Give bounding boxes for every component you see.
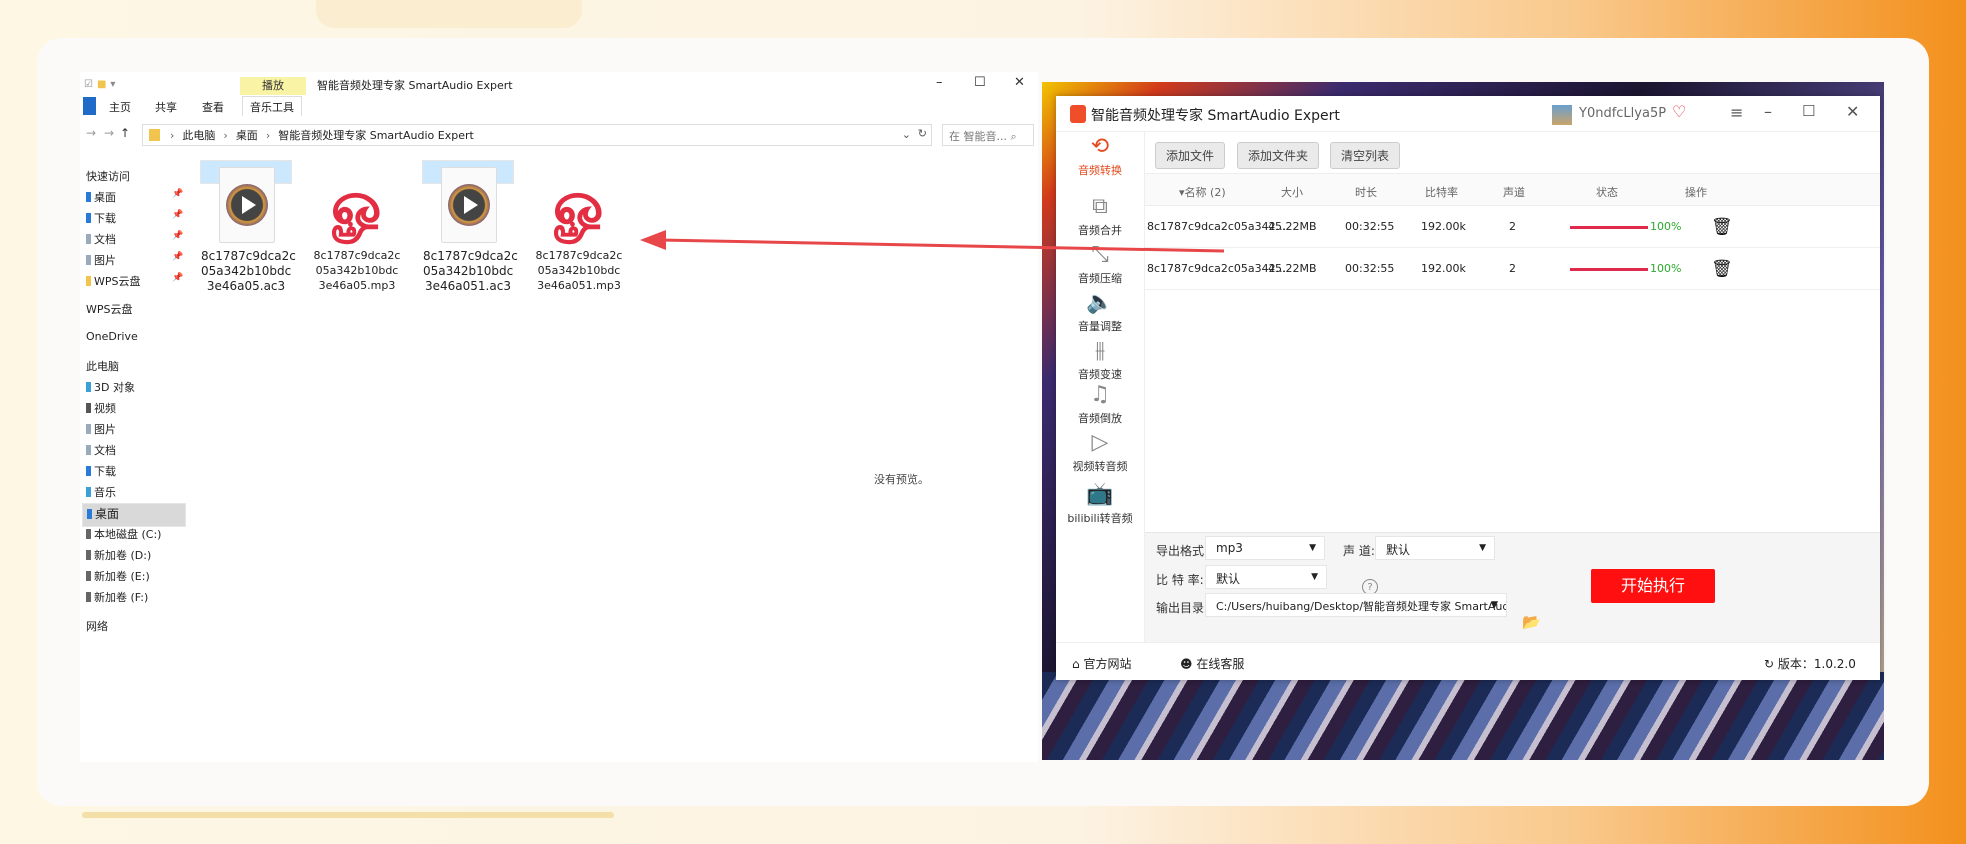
arrow-head xyxy=(640,230,666,250)
annotation-arrow xyxy=(640,230,1225,253)
arrow-line xyxy=(659,238,1225,253)
